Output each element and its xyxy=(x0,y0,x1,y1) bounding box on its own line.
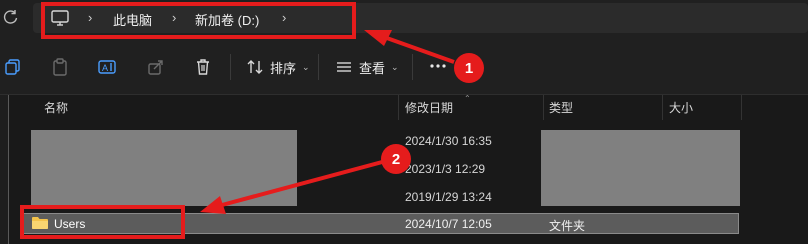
sort-button[interactable]: 排序 ⌄ xyxy=(246,54,310,80)
step-badge-2: 2 xyxy=(381,144,411,174)
highlight-box-address-bar xyxy=(41,2,356,39)
row-date[interactable]: 2023/1/3 12:29 xyxy=(405,162,485,176)
column-header-size[interactable]: 大小 xyxy=(669,95,693,120)
step-badge-1: 1 xyxy=(454,53,484,83)
row-date[interactable]: 2024/10/7 12:05 xyxy=(405,217,492,231)
view-label: 查看 xyxy=(359,60,386,76)
column-header-modified[interactable]: 修改日期 xyxy=(405,95,453,120)
copy-icon[interactable] xyxy=(4,58,22,76)
file-explorer-window: › 此电脑 › 新加卷 (D:) › A 排序 ⌄ 查看 ⌄ 名称 ⌃ 修改日期… xyxy=(0,0,808,244)
paste-icon[interactable] xyxy=(51,58,69,76)
column-header-type[interactable]: 类型 xyxy=(549,95,573,120)
column-separator[interactable] xyxy=(662,95,663,120)
command-bar: A 排序 ⌄ 查看 ⌄ xyxy=(0,38,808,95)
sort-icon xyxy=(247,60,263,74)
chevron-down-icon: ⌄ xyxy=(391,61,399,72)
redacted-file-names xyxy=(31,130,297,206)
highlight-box-users-folder xyxy=(20,205,185,239)
column-separator[interactable] xyxy=(398,95,399,120)
column-separator[interactable] xyxy=(741,95,742,120)
toolbar-divider xyxy=(412,54,413,80)
rename-icon[interactable]: A xyxy=(98,58,116,76)
share-icon[interactable] xyxy=(147,58,165,76)
column-header-name[interactable]: 名称 xyxy=(44,95,68,120)
delete-icon[interactable] xyxy=(194,58,212,76)
svg-text:A: A xyxy=(102,63,108,73)
view-list-icon xyxy=(337,62,351,72)
row-type[interactable]: 文件夹 xyxy=(549,217,585,234)
sort-label: 排序 xyxy=(270,60,297,76)
navigation-pane-border xyxy=(8,95,9,244)
more-options-icon[interactable] xyxy=(428,56,448,76)
row-date[interactable]: 2024/1/30 16:35 xyxy=(405,134,492,148)
toolbar-divider xyxy=(230,54,231,80)
column-separator[interactable] xyxy=(543,95,544,120)
sort-caret-icon: ⌃ xyxy=(464,94,471,103)
view-button[interactable]: 查看 ⌄ xyxy=(335,54,399,80)
chevron-down-icon: ⌄ xyxy=(302,61,310,72)
toolbar-divider xyxy=(318,54,319,80)
row-date[interactable]: 2019/1/29 13:24 xyxy=(405,190,492,204)
redacted-file-details xyxy=(541,130,740,206)
refresh-icon[interactable] xyxy=(2,8,20,26)
